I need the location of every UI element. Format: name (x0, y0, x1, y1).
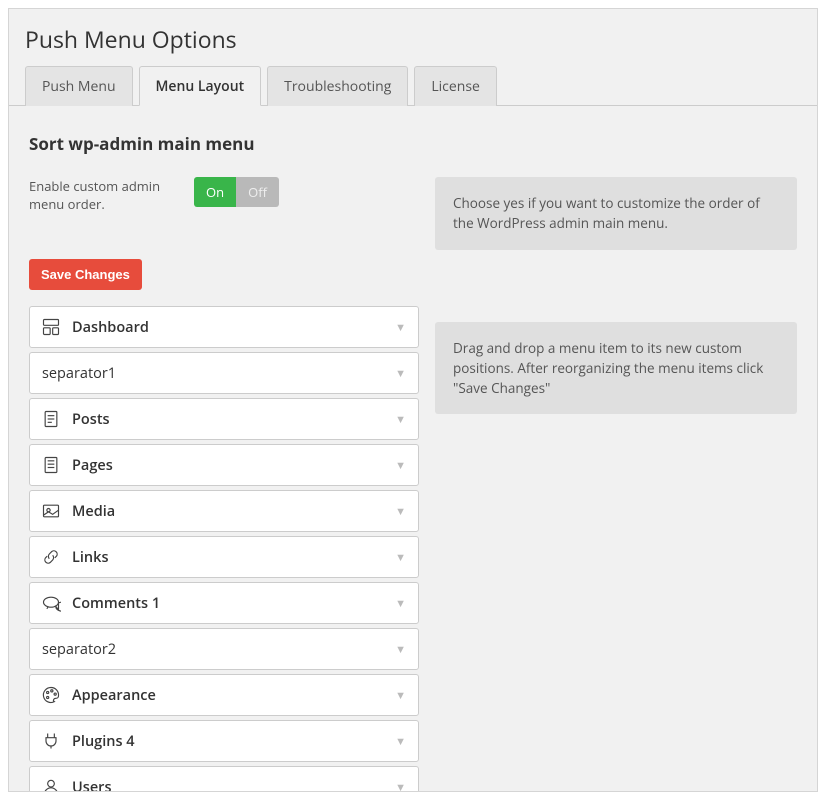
links-icon (38, 547, 64, 567)
toggle-off[interactable]: Off (236, 177, 279, 207)
menu-item-label: separator2 (38, 640, 393, 659)
tab-menu-layout[interactable]: Menu Layout (139, 66, 262, 106)
chevron-down-icon[interactable]: ▼ (393, 592, 408, 615)
tab-content: Sort wp-admin main menu Enable custom ad… (9, 106, 817, 792)
enable-label: Enable custom admin menu order. (29, 177, 194, 213)
section-title: Sort wp-admin main menu (29, 132, 797, 155)
menu-item[interactable]: Plugins 4▼ (29, 720, 419, 762)
menu-item[interactable]: Dashboard▼ (29, 306, 419, 348)
menu-item[interactable]: separator2▼ (29, 628, 419, 670)
chevron-down-icon[interactable]: ▼ (393, 546, 408, 569)
toggle-on[interactable]: On (194, 177, 236, 207)
dashboard-icon (38, 317, 64, 337)
menu-item[interactable]: separator1▼ (29, 352, 419, 394)
menu-item-label: Media (64, 502, 393, 521)
menu-item[interactable]: Pages▼ (29, 444, 419, 486)
menu-item-label: Dashboard (64, 318, 393, 337)
tab-bar: Push Menu Menu Layout Troubleshooting Li… (9, 65, 817, 106)
menu-item-label: Links (64, 548, 393, 567)
menu-item-label: Appearance (64, 686, 393, 705)
menu-item-label: Comments 1 (64, 594, 393, 613)
chevron-down-icon[interactable]: ▼ (393, 730, 408, 753)
users-icon (38, 777, 64, 792)
chevron-down-icon[interactable]: ▼ (393, 500, 408, 523)
settings-left: Enable custom admin menu order. On Off S… (29, 177, 419, 792)
menu-item[interactable]: Media▼ (29, 490, 419, 532)
chevron-down-icon[interactable]: ▼ (393, 776, 408, 792)
comments-icon (38, 593, 64, 613)
plugins-icon (38, 731, 64, 751)
appearance-icon (38, 685, 64, 705)
chevron-down-icon[interactable]: ▼ (393, 362, 408, 385)
menu-list: Dashboard▼separator1▼Posts▼Pages▼Media▼L… (29, 306, 419, 792)
chevron-down-icon[interactable]: ▼ (393, 638, 408, 661)
menu-item-label: Users (64, 778, 393, 792)
settings-row: Enable custom admin menu order. On Off S… (29, 177, 797, 792)
chevron-down-icon[interactable]: ▼ (393, 684, 408, 707)
menu-item[interactable]: Appearance▼ (29, 674, 419, 716)
menu-item-label: Posts (64, 410, 393, 429)
chevron-down-icon[interactable]: ▼ (393, 408, 408, 431)
page-title: Push Menu Options (9, 9, 817, 65)
enable-row: Enable custom admin menu order. On Off (29, 177, 419, 213)
menu-item-label: Plugins 4 (64, 732, 393, 751)
menu-item[interactable]: Users▼ (29, 766, 419, 792)
tab-push-menu[interactable]: Push Menu (25, 66, 133, 106)
chevron-down-icon[interactable]: ▼ (393, 454, 408, 477)
chevron-down-icon[interactable]: ▼ (393, 316, 408, 339)
help-drag: Drag and drop a menu item to its new cus… (435, 322, 797, 415)
tab-license[interactable]: License (414, 66, 497, 106)
posts-icon (38, 409, 64, 429)
settings-right: Choose yes if you want to customize the … (435, 177, 797, 414)
tab-troubleshooting[interactable]: Troubleshooting (267, 66, 408, 106)
menu-item-label: Pages (64, 456, 393, 475)
enable-toggle[interactable]: On Off (194, 177, 279, 207)
menu-item[interactable]: Comments 1▼ (29, 582, 419, 624)
options-panel: Push Menu Options Push Menu Menu Layout … (8, 8, 818, 792)
menu-item-label: separator1 (38, 364, 393, 383)
menu-item[interactable]: Posts▼ (29, 398, 419, 440)
help-enable: Choose yes if you want to customize the … (435, 177, 797, 250)
menu-item[interactable]: Links▼ (29, 536, 419, 578)
media-icon (38, 501, 64, 521)
pages-icon (38, 455, 64, 475)
save-button[interactable]: Save Changes (29, 259, 142, 290)
